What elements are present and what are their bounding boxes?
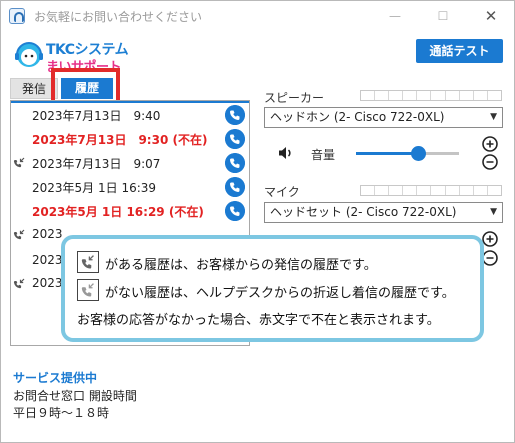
mic-level-meter xyxy=(360,185,502,196)
history-legend-tooltip: がある履歴は、お客様からの発信の履歴です。 がない履歴は、ヘルプデスクからの折返… xyxy=(61,235,484,342)
tooltip-line-1: がある履歴は、お客様からの発信の履歴です。 xyxy=(105,258,377,273)
no-incoming-icon xyxy=(77,279,99,301)
minus-icon[interactable] xyxy=(482,154,498,170)
mic-label: マイク xyxy=(264,185,300,199)
history-datetime: 2023 xyxy=(32,227,63,241)
volume-label: 音量 xyxy=(311,148,336,162)
phone-call-icon[interactable] xyxy=(225,177,245,197)
hours-title: お問合せ窓口 開設時間 xyxy=(13,389,137,403)
history-datetime: 2023年5月 1日 16:29 (不在) xyxy=(32,205,204,219)
phone-call-icon[interactable] xyxy=(225,153,245,173)
minimize-icon[interactable]: — xyxy=(379,5,411,27)
history-row[interactable]: 2023年5月 1日 16:39 xyxy=(11,174,249,200)
history-row[interactable]: 2023年7月13日 9:07 xyxy=(11,150,249,176)
title-bar: お気軽にお問い合わせください — ☐ ✕ xyxy=(1,1,514,32)
incoming-call-icon xyxy=(13,278,25,289)
incoming-call-icon xyxy=(77,251,99,273)
history-row[interactable]: 2023年7月13日 9:30 (不在) xyxy=(11,126,249,152)
chevron-down-icon: ▼ xyxy=(490,207,497,217)
plus-icon[interactable] xyxy=(482,136,498,152)
plus-icon[interactable] xyxy=(482,231,498,247)
speaker-label: スピーカー xyxy=(264,91,325,105)
service-status: サービス提供中 xyxy=(13,371,98,385)
app-icon xyxy=(9,8,25,24)
chevron-down-icon: ▼ xyxy=(490,112,497,122)
speaker-device-value: ヘッドホン (2- Cisco 722-0XL) xyxy=(270,110,445,124)
history-datetime: 2023年7月13日 9:07 xyxy=(32,157,161,171)
history-datetime: 2023年7月13日 9:30 (不在) xyxy=(32,133,208,147)
history-datetime: 2023年5月 1日 16:39 xyxy=(32,181,157,195)
app-window: お気軽にお問い合わせください — ☐ ✕ TKCシステム まいサポート 通話テス… xyxy=(0,0,515,443)
volume-slider-fill xyxy=(356,152,418,155)
speaker-icon xyxy=(279,147,291,159)
phone-call-icon[interactable] xyxy=(225,129,245,149)
window-title: お気軽にお問い合わせください xyxy=(34,10,203,24)
mascot-icon xyxy=(15,42,43,67)
tooltip-line-2: がない履歴は、ヘルプデスクからの折返し着信の履歴です。 xyxy=(105,286,455,301)
call-test-button[interactable]: 通話テスト xyxy=(416,39,503,63)
hours-value: 平日９時～１８時 xyxy=(13,406,110,420)
volume-slider[interactable] xyxy=(356,146,459,161)
logo: TKCシステム まいサポート xyxy=(13,39,145,75)
history-datetime: 2023 xyxy=(32,253,63,267)
maximize-icon[interactable]: ☐ xyxy=(427,5,459,27)
incoming-call-icon xyxy=(13,229,25,240)
speaker-device-select[interactable]: ヘッドホン (2- Cisco 722-0XL) ▼ xyxy=(264,107,503,128)
phone-call-icon[interactable] xyxy=(225,201,245,221)
history-row[interactable]: 2023年5月 1日 16:29 (不在) xyxy=(11,198,249,224)
minus-icon[interactable] xyxy=(482,250,498,266)
mic-device-select[interactable]: ヘッドセット (2- Cisco 722-0XL) ▼ xyxy=(264,202,503,223)
speaker-level-meter xyxy=(360,90,502,101)
close-icon[interactable]: ✕ xyxy=(475,5,507,27)
mic-device-value: ヘッドセット (2- Cisco 722-0XL) xyxy=(270,205,457,219)
phone-call-icon[interactable] xyxy=(225,105,245,125)
volume-slider-thumb[interactable] xyxy=(411,146,426,161)
history-datetime: 2023年7月13日 9:40 xyxy=(32,109,161,123)
incoming-call-icon xyxy=(13,157,25,168)
tooltip-line-3: お客様の応答がなかった場合、赤文字で不在と表示されます。 xyxy=(77,313,440,328)
history-datetime: 2023 xyxy=(32,276,63,290)
history-row[interactable]: 2023年7月13日 9:40 xyxy=(11,102,249,128)
